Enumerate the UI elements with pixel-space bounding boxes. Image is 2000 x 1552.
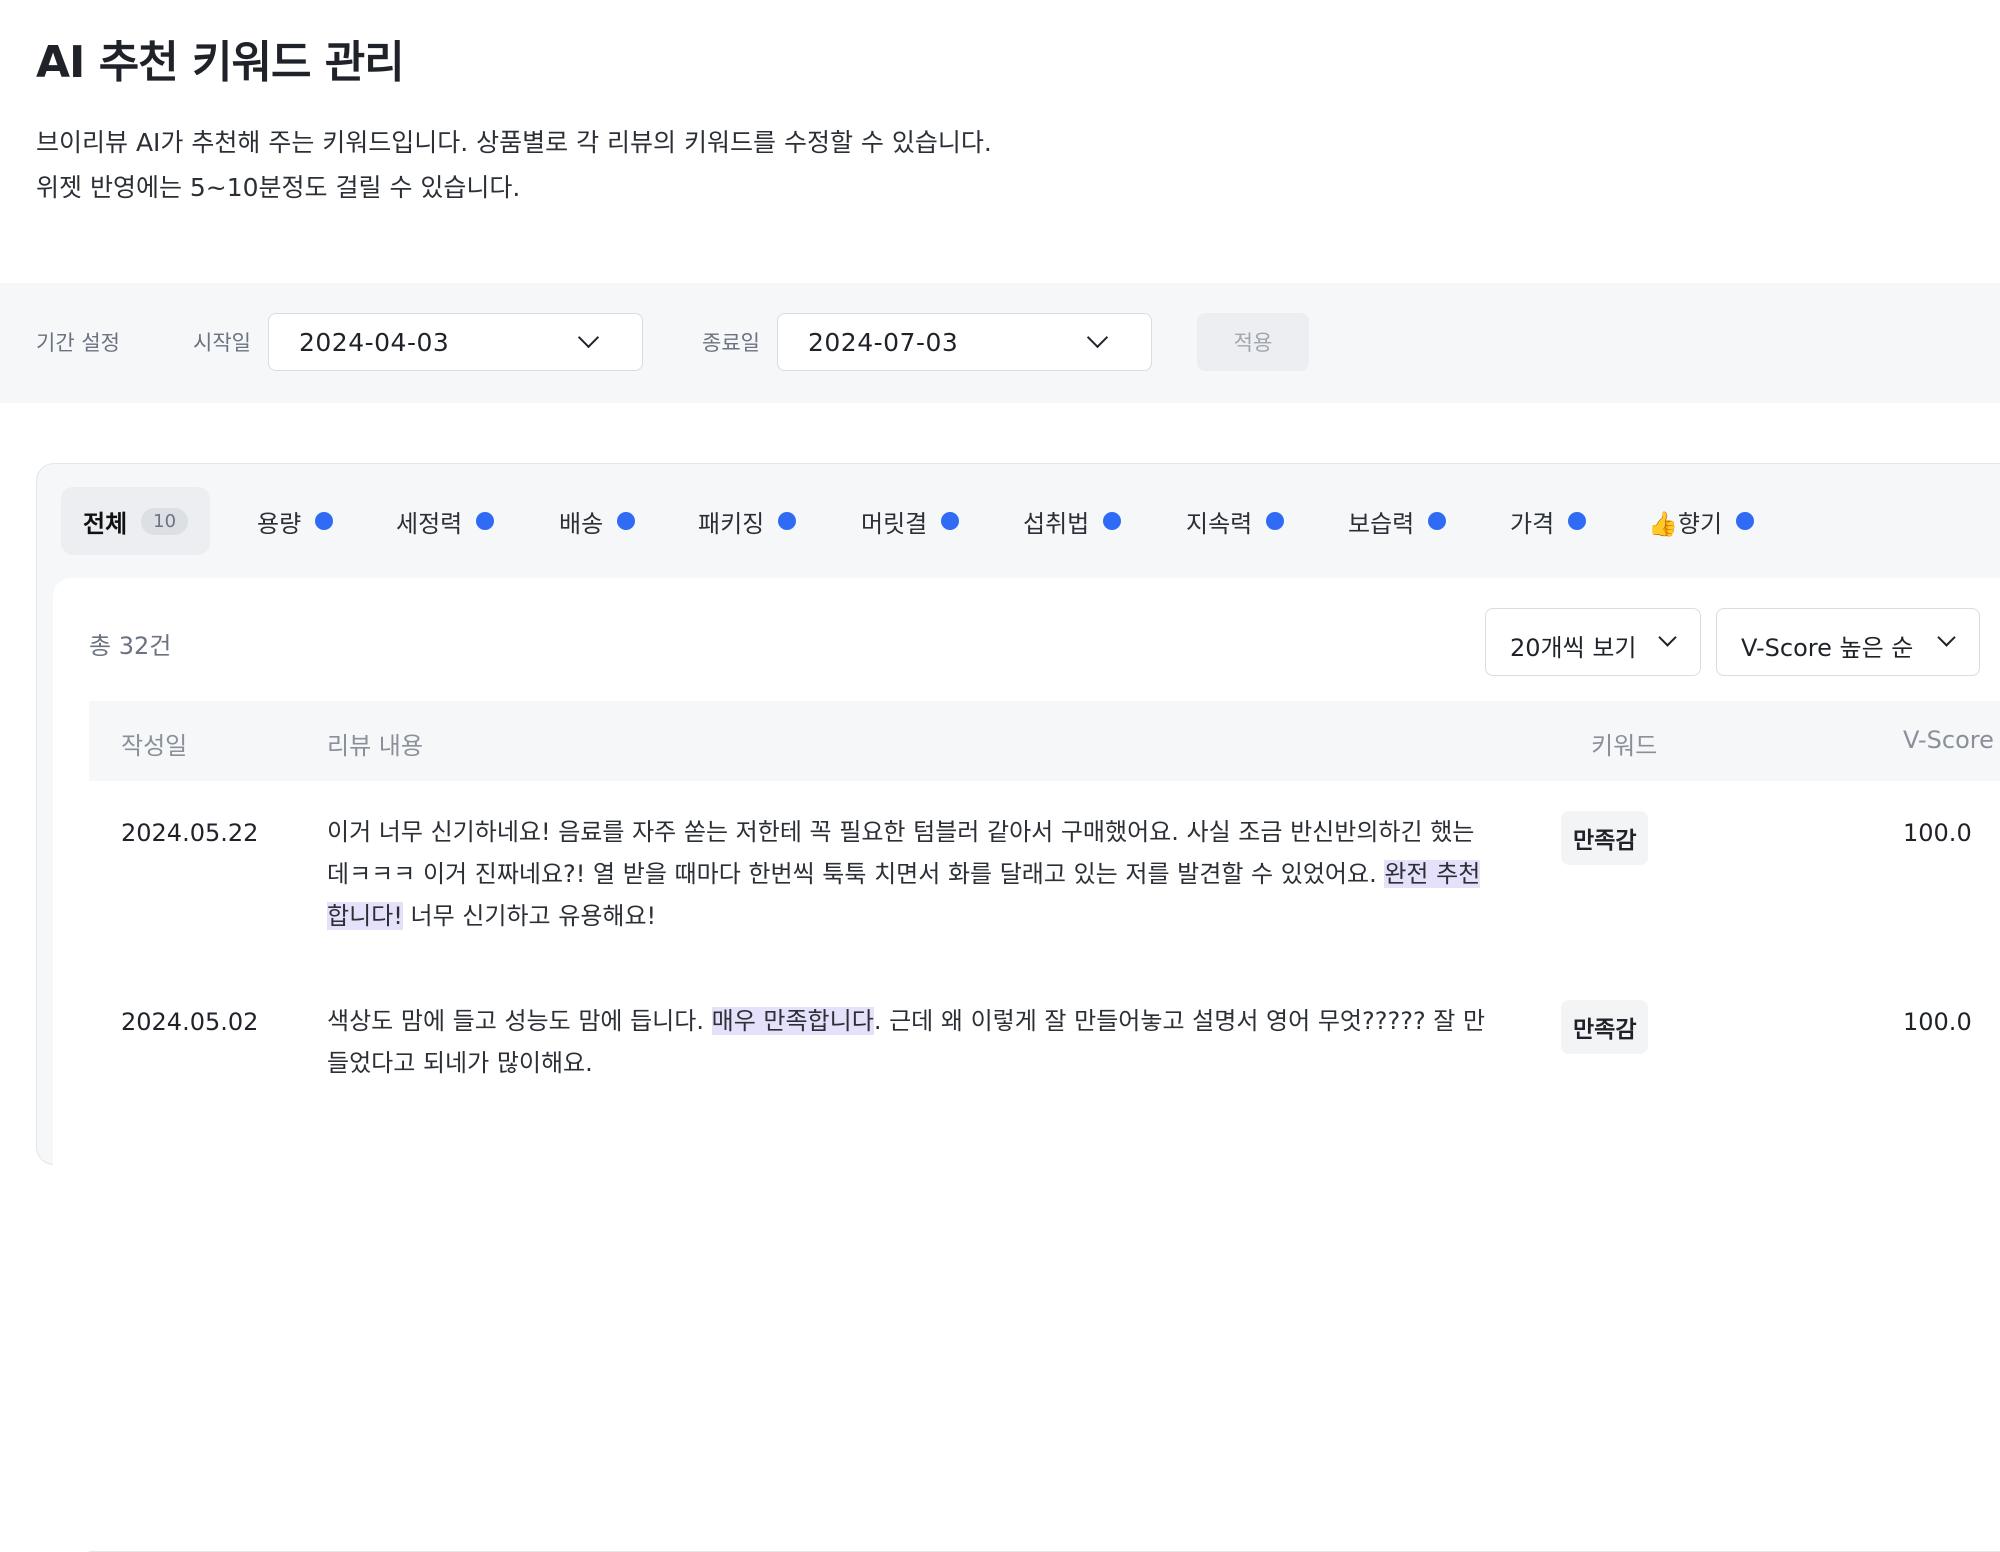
tab-label: 섭취법 [1023,509,1090,538]
start-date-value: 2024-04-03 [299,328,450,357]
keyword-chip[interactable]: 만족감 [1561,811,1649,865]
sort-dropdown[interactable]: V-Score 높은 순 [1716,608,1980,676]
page-title: AI 추천 키워드 관리 [36,37,405,88]
chevron-down-icon [1086,326,1109,349]
tab-keyword[interactable]: 용량 [257,487,334,555]
tab-label: 패키징 [698,509,765,538]
status-dot-icon [941,512,960,530]
apply-button[interactable]: 적용 [1197,313,1309,371]
tab-label: 머릿결 [861,509,928,538]
status-dot-icon [1736,512,1755,530]
description-line-1: 브이리뷰 AI가 추천해 주는 키워드입니다. 상품별로 각 리뷰의 키워드를 … [36,128,992,157]
status-dot-icon [1428,512,1447,530]
tab-label: 👍향기 [1648,509,1723,538]
tab-keyword[interactable]: 세정력 [396,487,495,555]
page-description: 브이리뷰 AI가 추천해 주는 키워드입니다. 상품별로 각 리뷰의 키워드를 … [36,120,992,210]
status-dot-icon [778,512,797,530]
table-row[interactable]: 2024.05.22 이거 너무 신기하네요! 음료를 자주 쏟는 저한테 꼭 … [89,781,2000,951]
status-dot-icon [1266,512,1285,530]
description-line-2: 위젯 반영에는 5~10분정도 걸릴 수 있습니다. [36,173,521,202]
keyword-highlight: 매우 만족합니다 [711,1007,874,1035]
tab-keyword[interactable]: 가격 [1510,487,1587,555]
total-count: 총 32건 [89,632,172,660]
tab-count-badge: 10 [141,507,189,535]
keyword-chip[interactable]: 만족감 [1561,1000,1649,1054]
table-header: 작성일 리뷰 내용 키워드 V-Score [89,701,2000,781]
start-date-select[interactable]: 2024-04-03 [268,313,643,371]
tab-keyword[interactable]: 배송 [559,487,636,555]
review-text: 이거 너무 신기하네요! 음료를 자주 쏟는 저한테 꼭 필요한 텀블러 같아서… [327,818,1475,888]
status-dot-icon [1103,512,1122,530]
tab-label: 용량 [257,509,302,538]
page-size-dropdown[interactable]: 20개씩 보기 [1485,608,1701,676]
end-date-select[interactable]: 2024-07-03 [777,313,1152,371]
column-header-keyword: 키워드 [1591,732,1658,760]
end-date-label: 종료일 [702,331,760,355]
chevron-down-icon [577,326,600,349]
vscore-value: 100.0 [1903,1008,1972,1036]
chevron-down-icon [1937,628,1956,647]
status-dot-icon [476,512,495,530]
tab-label: 보습력 [1348,509,1415,538]
review-date: 2024.05.22 [121,819,259,847]
review-list-card: 총 32건 20개씩 보기 V-Score 높은 순 작성일 리뷰 내용 키워드… [53,578,2000,1552]
tab-keyword[interactable]: 지속력 [1186,487,1285,555]
tab-label: 지속력 [1186,509,1253,538]
review-content: 이거 너무 신기하네요! 음료를 자주 쏟는 저한테 꼭 필요한 텀블러 같아서… [327,811,1487,937]
tab-all[interactable]: 전체 10 [61,487,211,555]
review-text: 색상도 맘에 들고 성능도 맘에 듭니다. [327,1007,712,1035]
chevron-down-icon [1658,628,1677,647]
tab-keyword[interactable]: 머릿결 [861,487,960,555]
review-date: 2024.05.02 [121,1008,259,1036]
period-label: 기간 설정 [36,331,120,355]
tab-keyword[interactable]: 보습력 [1348,487,1447,555]
tab-keyword[interactable]: 섭취법 [1023,487,1122,555]
tab-label: 가격 [1510,509,1555,538]
tab-label: 배송 [559,509,604,538]
keyword-panel: 전체 10 용량 세정력 배송 패키징 머릿결 섭취법 지속력 보습력 가격 👍… [36,463,2000,1552]
tab-keyword[interactable]: 👍향기 [1648,487,1755,555]
status-dot-icon [617,512,636,530]
tab-label: 전체 [83,509,128,538]
page-size-value: 20개씩 보기 [1510,634,1637,662]
status-dot-icon [315,512,334,530]
table-row[interactable]: 2024.05.02 색상도 맘에 들고 성능도 맘에 듭니다. 매우 만족합니… [89,970,2000,1140]
status-dot-icon [1568,512,1587,530]
review-text: 너무 신기하고 유용해요! [402,902,657,930]
end-date-value: 2024-07-03 [808,328,959,357]
start-date-label: 시작일 [193,331,251,355]
column-header-vscore: V-Score [1903,726,1994,754]
tab-keyword[interactable]: 패키징 [698,487,797,555]
review-content: 색상도 맘에 들고 성능도 맘에 듭니다. 매우 만족합니다. 근데 왜 이렇게… [327,1000,1487,1084]
tab-label: 세정력 [396,509,463,538]
sort-value: V-Score 높은 순 [1741,634,1914,662]
date-filter-bar: 기간 설정 시작일 2024-04-03 종료일 2024-07-03 적용 [0,283,2000,403]
vscore-value: 100.0 [1903,819,1972,847]
column-header-date: 작성일 [121,732,188,760]
column-header-content: 리뷰 내용 [327,732,423,760]
